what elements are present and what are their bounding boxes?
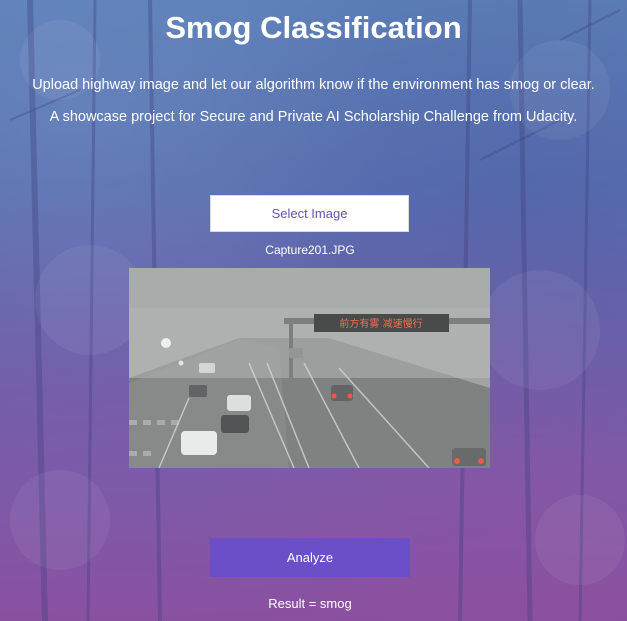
page-title: Smog Classification [165, 10, 462, 45]
page-description: Upload highway image and let our algorit… [32, 77, 595, 93]
result-text: Result = smog [268, 596, 352, 611]
page-subtitle: A showcase project for Secure and Privat… [49, 109, 578, 125]
main-content: Smog Classification Upload highway image… [0, 0, 627, 621]
analyze-button[interactable]: Analyze [210, 538, 410, 577]
select-image-button[interactable]: Select Image [210, 195, 409, 232]
image-preview: 前方有雾 减速慢行 [129, 268, 490, 468]
selected-file-name: Capture201.JPG [265, 243, 355, 257]
